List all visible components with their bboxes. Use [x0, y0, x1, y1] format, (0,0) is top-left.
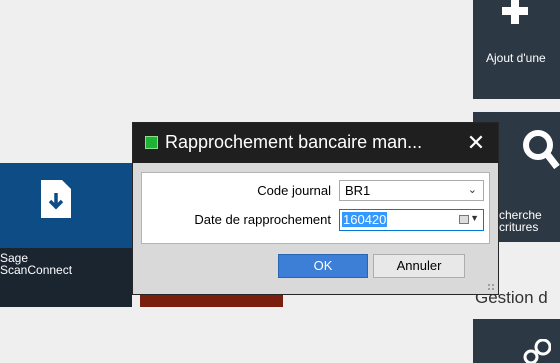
code-journal-label: Code journal	[257, 183, 331, 198]
tile-bottom[interactable]	[473, 319, 560, 363]
cancel-button[interactable]: Annuler	[373, 254, 465, 278]
date-rapprochement-value: 160420	[342, 212, 388, 227]
rapprochement-dialog: Rapprochement bancaire man... ✕ Code jou…	[132, 122, 499, 295]
tile-ajout-label: Ajout d'une	[486, 51, 546, 65]
tile-scanconnect-label-2: ScanConnect	[0, 263, 73, 277]
chevron-down-icon: ⌄	[467, 184, 477, 196]
plus-icon	[502, 0, 528, 24]
ok-button[interactable]: OK	[278, 254, 368, 278]
tile-partial-red[interactable]	[140, 293, 283, 307]
app-icon	[145, 136, 158, 149]
settings-icon	[523, 339, 551, 363]
dialog-titlebar[interactable]: Rapprochement bancaire man... ✕	[133, 123, 498, 163]
code-journal-value: BR1	[345, 183, 371, 198]
date-rapprochement-input[interactable]: 160420 ▼	[339, 209, 484, 231]
document-download-icon	[41, 180, 71, 218]
tile-recherche-label-2: critures	[499, 220, 539, 234]
resize-grip[interactable]	[487, 283, 495, 291]
search-icon	[523, 130, 560, 170]
dialog-title: Rapprochement bancaire man...	[165, 132, 423, 152]
calendar-icon[interactable]	[459, 215, 469, 224]
form-panel: Code journal BR1 ⌄ Date de rapprochement…	[141, 172, 490, 244]
close-button[interactable]: ✕	[462, 129, 490, 157]
tile-scanconnect-caption: Sage ScanConnect	[0, 248, 132, 307]
tile-ajout[interactable]: Ajout d'une	[473, 0, 560, 99]
code-journal-select[interactable]: BR1 ⌄	[339, 180, 484, 201]
tile-scanconnect[interactable]: Sage ScanConnect	[0, 163, 132, 307]
dropdown-arrow-icon[interactable]: ▼	[470, 213, 479, 223]
date-rapprochement-label: Date de rapprochement	[194, 212, 331, 227]
